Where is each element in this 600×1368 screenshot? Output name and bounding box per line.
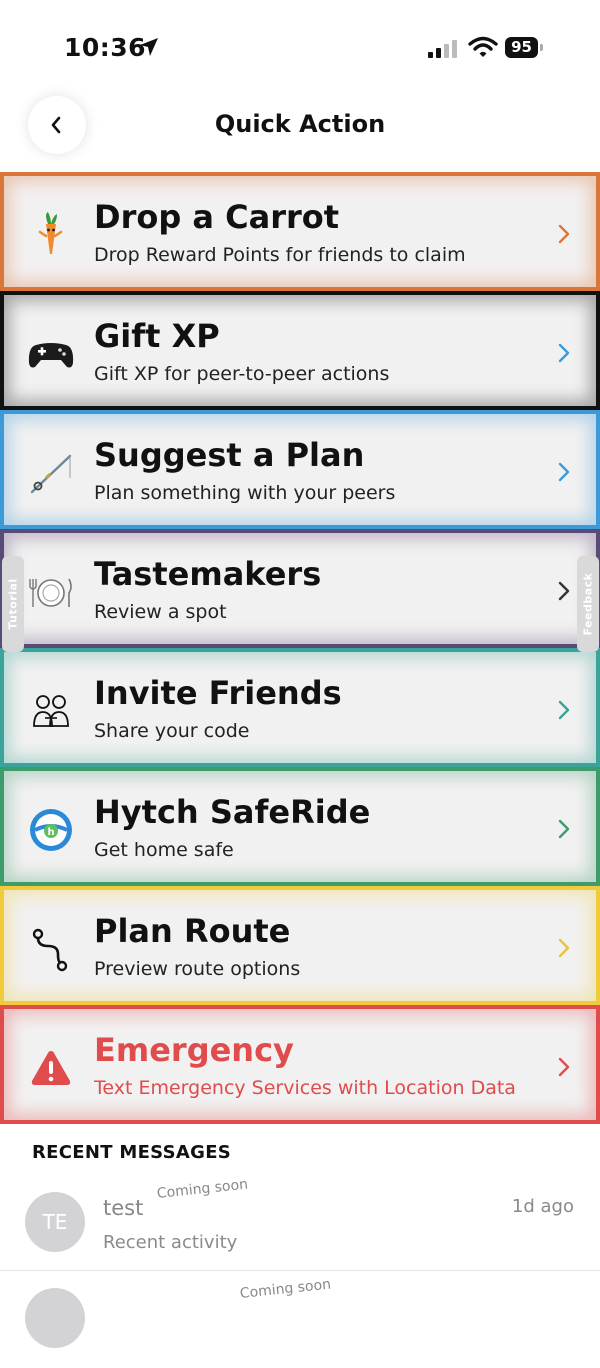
- page-title: Quick Action: [214, 110, 386, 138]
- chevron-right-icon: [558, 819, 570, 839]
- warning-icon: [31, 1051, 71, 1085]
- chevron-right-icon: [558, 938, 570, 958]
- friends-icon: [33, 695, 69, 727]
- message-row[interactable]: TE test Coming soon Recent activity 1d a…: [0, 1172, 600, 1272]
- message-row[interactable]: Coming soon: [0, 1268, 600, 1368]
- action-title: Hytch SafeRide: [94, 793, 371, 831]
- action-emergency[interactable]: Emergency Text Emergency Services with L…: [0, 1005, 600, 1124]
- action-plan-route[interactable]: Plan Route Preview route options: [0, 886, 600, 1005]
- action-title: Suggest a Plan: [94, 436, 365, 474]
- chevron-right-icon: [558, 1057, 570, 1077]
- message-preview: Recent activity: [103, 1232, 238, 1253]
- avatar: TE: [25, 1192, 85, 1252]
- action-subtitle: Gift XP for peer-to-peer actions: [94, 363, 390, 385]
- action-subtitle: Review a spot: [94, 601, 227, 623]
- recent-messages-heading: RECENT MESSAGES: [32, 1142, 232, 1163]
- status-time: 10:36: [64, 33, 147, 62]
- action-suggest-a-plan[interactable]: Suggest a Plan Plan something with your …: [0, 410, 600, 529]
- chevron-right-icon: [558, 700, 570, 720]
- action-title: Gift XP: [94, 317, 220, 355]
- action-subtitle: Text Emergency Services with Location Da…: [94, 1077, 516, 1099]
- tutorial-tab[interactable]: Tutorial: [2, 556, 24, 652]
- action-title: Invite Friends: [94, 674, 342, 712]
- gamepad-icon: [28, 343, 74, 368]
- avatar: [25, 1288, 85, 1348]
- action-invite-friends[interactable]: Invite Friends Share your code: [0, 648, 600, 767]
- message-name: test: [103, 1196, 144, 1220]
- action-gift-xp[interactable]: Gift XP Gift XP for peer-to-peer actions: [0, 291, 600, 410]
- action-title: Emergency: [94, 1031, 294, 1069]
- cellular-signal-icon: [428, 40, 457, 58]
- battery-icon: 95: [505, 37, 543, 59]
- action-title: Drop a Carrot: [94, 198, 340, 236]
- action-subtitle: Get home safe: [94, 839, 234, 861]
- steering-wheel-icon: h: [30, 809, 72, 851]
- route-icon: [32, 928, 68, 972]
- status-bar: 10:36 95: [0, 0, 600, 90]
- chevron-right-icon: [558, 581, 570, 601]
- wifi-icon: [468, 36, 498, 57]
- coming-soon-badge: Coming soon: [156, 1176, 249, 1202]
- message-time: 1d ago: [511, 1196, 574, 1217]
- action-hytch-saferide[interactable]: h Hytch SafeRide Get home safe: [0, 767, 600, 886]
- action-subtitle: Drop Reward Points for friends to claim: [94, 244, 466, 266]
- coming-soon-badge: Coming soon: [239, 1276, 332, 1302]
- carrot-icon: [38, 212, 63, 254]
- svg-text:h: h: [47, 827, 54, 838]
- action-subtitle: Share your code: [94, 720, 250, 742]
- chevron-right-icon: [558, 343, 570, 363]
- battery-level: 95: [505, 37, 538, 58]
- action-subtitle: Plan something with your peers: [94, 482, 396, 504]
- feedback-tab-label: Feedback: [581, 572, 595, 636]
- feedback-tab[interactable]: Feedback: [577, 556, 599, 652]
- action-subtitle: Preview route options: [94, 958, 301, 980]
- chevron-right-icon: [558, 462, 570, 482]
- action-title: Tastemakers: [94, 555, 322, 593]
- action-title: Plan Route: [94, 912, 291, 950]
- location-arrow-icon: [140, 38, 158, 56]
- fishing-rod-icon: [30, 454, 72, 494]
- chevron-right-icon: [558, 224, 570, 244]
- plate-cutlery-icon: [29, 578, 72, 607]
- action-drop-a-carrot[interactable]: Drop a Carrot Drop Reward Points for fri…: [0, 172, 600, 291]
- nav-header: Quick Action: [0, 90, 600, 170]
- action-tastemakers[interactable]: Tastemakers Review a spot: [0, 529, 600, 648]
- tutorial-tab-label: Tutorial: [6, 578, 20, 630]
